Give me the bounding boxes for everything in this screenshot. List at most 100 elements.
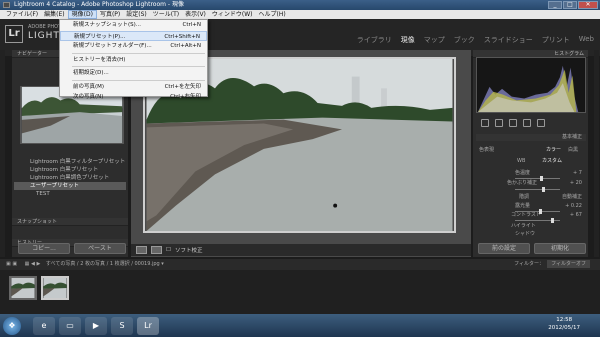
- menu-tools[interactable]: ツール(T): [150, 10, 182, 19]
- film-thumbnail-selected[interactable]: [41, 276, 69, 300]
- ie-icon[interactable]: e: [33, 316, 55, 335]
- tint-slider[interactable]: [515, 187, 560, 192]
- temp-slider[interactable]: [515, 176, 560, 181]
- menu-item-clear-history[interactable]: ヒストリーを消去(H): [60, 55, 207, 66]
- menu-separator: [72, 52, 205, 54]
- preset-folder-user[interactable]: ユーザープリセット: [14, 182, 126, 190]
- module-print[interactable]: プリント: [542, 35, 570, 45]
- loupe-view-icon[interactable]: [136, 246, 147, 254]
- basic-header[interactable]: 基本補正: [476, 134, 586, 141]
- compare-view-icon[interactable]: [151, 246, 162, 254]
- monitor1-icon[interactable]: ▣: [6, 261, 11, 267]
- preset-folder-bw-toned[interactable]: Lightroom 白黒調色プリセット: [14, 174, 126, 182]
- grid-icon[interactable]: ▦: [25, 261, 30, 267]
- menu-item-previous-photo[interactable]: 前の写真(M) Ctrl+を左矢印: [60, 82, 207, 93]
- adjustment-brush-icon[interactable]: [537, 119, 545, 127]
- close-button[interactable]: ✕: [578, 1, 598, 9]
- filmstrip-path[interactable]: すべての写真 / 2 枚の写真 / 1 枚選択 / 00019.jpg ▾: [46, 261, 164, 267]
- app-icon: [3, 2, 10, 8]
- module-develop[interactable]: 現像: [401, 35, 415, 45]
- tool-strip: [476, 117, 586, 129]
- menu-settings[interactable]: 設定(S): [123, 10, 150, 19]
- taskbar: ❖ e ▭ ▶ S Lr: [0, 314, 600, 337]
- contrast-slider[interactable]: [515, 218, 560, 223]
- reset-button[interactable]: 初期化: [534, 243, 586, 254]
- menu-photo[interactable]: 写真(P): [97, 10, 123, 19]
- softproof-checkbox[interactable]: ☐: [166, 247, 171, 253]
- treatment-row: 色表現 カラー 白黒: [479, 147, 579, 154]
- exposure-row: 露光量 + 0.22: [515, 203, 582, 209]
- menu-file[interactable]: ファイル(F): [3, 10, 41, 19]
- crop-tool-icon[interactable]: [481, 119, 489, 127]
- copy-button[interactable]: コピー...: [18, 243, 70, 254]
- menu-edit[interactable]: 編集(E): [41, 10, 67, 19]
- forward-arrow-icon[interactable]: ▶: [36, 261, 40, 267]
- menu-window[interactable]: ウィンドウ(W): [209, 10, 256, 19]
- redeye-icon[interactable]: [509, 119, 517, 127]
- right-buttons: 前の設定 初期化: [478, 243, 586, 254]
- menu-bar: ファイル(F) 編集(E) 現像(D) 写真(P) 設定(S) ツール(T) 表…: [0, 10, 600, 19]
- treatment-color[interactable]: カラー: [546, 147, 561, 154]
- module-library[interactable]: ライブラリ: [357, 35, 392, 45]
- softproof-label: ソフト校正: [174, 248, 203, 254]
- menu-help[interactable]: ヘルプ(H): [256, 10, 289, 19]
- spot-removal-icon[interactable]: [495, 119, 503, 127]
- tone-row: 階調 自動補正: [519, 194, 582, 201]
- histogram: [476, 57, 586, 113]
- left-edge-toggle[interactable]: [0, 50, 5, 257]
- temp-row: 色温度 + 7: [515, 170, 582, 176]
- back-arrow-icon[interactable]: ◀: [31, 261, 35, 267]
- lightroom-logo: Lr: [5, 25, 23, 43]
- module-web[interactable]: Web: [579, 35, 594, 45]
- right-edge-toggle[interactable]: [594, 50, 599, 257]
- auto-tone-button[interactable]: 自動補正: [562, 194, 582, 201]
- start-button[interactable]: ❖: [3, 316, 21, 335]
- snapshot-header[interactable]: スナップショット: [12, 218, 128, 226]
- preset-item-test[interactable]: TEST: [14, 190, 126, 198]
- menu-separator: [72, 79, 205, 81]
- minimize-button[interactable]: _: [548, 1, 562, 9]
- title-bar: Lightroom 4 Catalog - Adobe Photoshop Li…: [0, 0, 600, 10]
- graduated-filter-icon[interactable]: [523, 119, 531, 127]
- previous-settings-button[interactable]: 前の設定: [478, 243, 530, 254]
- treatment-bw[interactable]: 白黒: [568, 147, 578, 154]
- contrast-row: コントラスト + 67: [511, 212, 582, 218]
- film-thumbnail[interactable]: [9, 276, 37, 300]
- develop-menu: 新規スナップショット(S)... Ctrl+N 新規プリセット(P)... Ctrl…: [59, 19, 208, 100]
- menu-item-new-preset[interactable]: 新規プリセット(P)... Ctrl+Shift+N: [60, 30, 207, 41]
- preset-tree: Lightroom 白黒フィルタープリセット Lightroom 白黒プリセット…: [14, 158, 126, 198]
- module-picker: ライブラリ 現像 マップ ブック スライドショー プリント Web: [357, 35, 594, 45]
- left-buttons: コピー... ペースト: [18, 243, 126, 254]
- clock[interactable]: 12:58 2012/05/17: [548, 316, 580, 332]
- monitor2-icon[interactable]: ▣: [12, 261, 17, 267]
- maximize-button[interactable]: □: [563, 1, 577, 9]
- media-player-icon[interactable]: ▶: [85, 316, 107, 335]
- filmstrip-header: ▣ ▣ ▦ ◀ ▶ すべての写真 / 2 枚の写真 / 1 枚選択 / 0001…: [0, 259, 600, 270]
- preset-folder-bw-filter[interactable]: Lightroom 白黒フィルタープリセット: [14, 158, 126, 166]
- menu-item-new-preset-folder[interactable]: 新規プリセットフォルダー(F)... Ctrl+Alt+N: [60, 41, 207, 52]
- module-book[interactable]: ブック: [454, 35, 475, 45]
- window-title: Lightroom 4 Catalog - Adobe Photoshop Li…: [14, 1, 184, 8]
- filter-dropdown[interactable]: フィルターオフ: [547, 260, 590, 268]
- menu-item-preferences[interactable]: 初期設定(D)...: [60, 68, 207, 79]
- paste-button[interactable]: ペースト: [74, 243, 126, 254]
- menu-develop[interactable]: 現像(D): [67, 10, 97, 19]
- menu-view[interactable]: 表示(V): [182, 10, 209, 19]
- highlights-row: ハイライト: [511, 223, 536, 229]
- module-slideshow[interactable]: スライドショー: [484, 35, 533, 45]
- menu-separator: [72, 66, 205, 67]
- filter-label: フィルター：: [514, 261, 544, 267]
- tint-row: 色かぶり補正 + 20: [507, 180, 582, 186]
- lightroom-task-icon[interactable]: Lr: [137, 316, 159, 335]
- shadows-row: シャドウ: [515, 231, 536, 237]
- preset-folder-bw[interactable]: Lightroom 白黒プリセット: [14, 166, 126, 174]
- skype-icon[interactable]: S: [111, 316, 133, 335]
- wb-row: WB カスタム: [517, 158, 563, 165]
- filmstrip: [0, 270, 600, 314]
- center-toolbar: ☐ ソフト校正: [131, 244, 471, 256]
- menu-item-next-photo[interactable]: 次の写真(N) Ctrl+右矢印: [60, 92, 207, 103]
- menu-item-new-snapshot[interactable]: 新規スナップショット(S)... Ctrl+N: [60, 20, 207, 31]
- explorer-icon[interactable]: ▭: [59, 316, 81, 335]
- wb-dropdown[interactable]: カスタム: [542, 158, 562, 165]
- module-map[interactable]: マップ: [424, 35, 445, 45]
